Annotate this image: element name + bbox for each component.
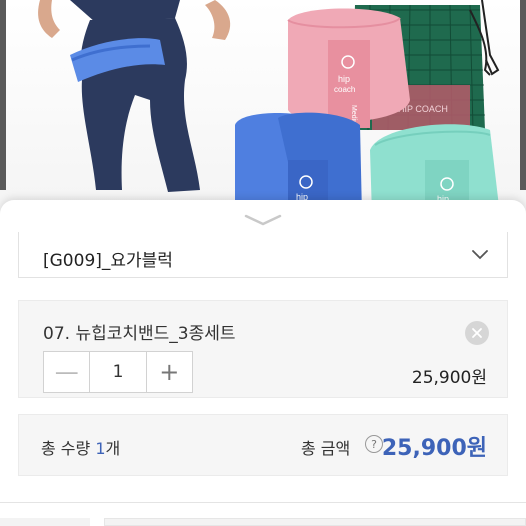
close-icon [472,328,482,338]
total-amount-value: 25,900원 [381,436,487,461]
selected-item-price: 25,900원 [411,368,487,388]
product-image: HIP COACH hip coach Medium hip hip [0,0,526,215]
help-icon[interactable]: ? [365,435,383,453]
selected-item-name: 07. 뉴힙코치밴드_3종세트 [43,324,236,344]
product-illustration: HIP COACH hip coach Medium hip hip [38,0,500,215]
image-edge-left [0,0,6,190]
option-selected-label: [G009]_요가블럭 [43,251,173,271]
pink-band-brand-hip: hip [338,74,350,84]
total-quantity-prefix: 총 수량 [41,439,96,458]
total-quantity: 총 수량 1개 [41,435,120,459]
option-select-dropdown[interactable]: [G009]_요가블럭 [18,232,508,278]
quantity-stepper: — 1 + [43,351,193,393]
total-quantity-suffix: 개 [105,439,121,458]
quantity-increase-button[interactable]: + [146,352,192,392]
chevron-down-icon [472,250,488,260]
order-summary: 총 수량 1개 총 금액 ? 25,900원 [18,414,508,476]
chevron-down-icon [244,214,282,226]
sheet-collapse-handle[interactable] [238,212,288,228]
quantity-decrease-button[interactable]: — [44,352,90,392]
bottom-action-button-right[interactable] [104,518,526,526]
image-edge-right [520,0,526,190]
remove-item-button[interactable] [465,321,489,345]
selected-item-card: 07. 뉴힙코치밴드_3종세트 — 1 + 25,900원 [18,300,508,398]
total-quantity-value: 1 [95,439,106,458]
section-divider [0,502,526,503]
bottom-action-button-left[interactable] [0,518,90,526]
quantity-value[interactable]: 1 [89,352,147,392]
pink-band-brand-coach: coach [334,85,355,94]
total-amount-label: 총 금액 [301,439,351,458]
